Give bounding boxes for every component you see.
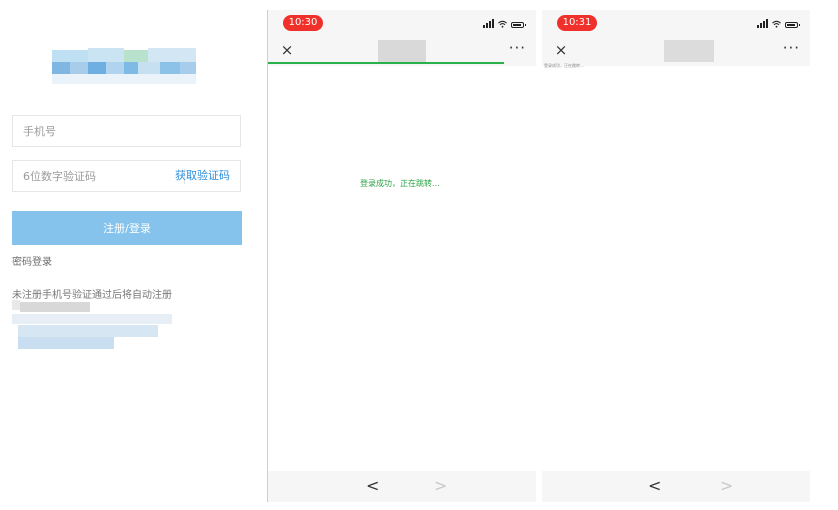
phone-field[interactable]: [12, 115, 241, 147]
close-icon[interactable]: ×: [278, 41, 296, 59]
code-input[interactable]: [13, 161, 173, 191]
status-bar: 10:31: [542, 10, 810, 36]
wifi-icon: [498, 20, 507, 28]
register-login-button[interactable]: 注册/登录: [12, 211, 242, 245]
status-time: 10:30: [283, 15, 323, 31]
redirect-status-message-small: 登录成功，正在跳转...: [544, 63, 584, 68]
phone-screen-redirected: 10:31 × ··· 登录成功，正在跳转... < >: [542, 10, 810, 502]
code-field[interactable]: 获取验证码: [12, 160, 241, 192]
page-load-progress: [268, 62, 504, 64]
chevron-right-icon[interactable]: >: [434, 476, 447, 495]
auto-register-notice: 未注册手机号验证通过后将自动注册: [12, 290, 172, 301]
battery-icon: [785, 22, 800, 28]
blurred-page-title: [378, 40, 426, 62]
get-code-button[interactable]: 获取验证码: [175, 161, 230, 191]
status-icons: [483, 18, 526, 28]
battery-icon: [511, 22, 526, 28]
browser-bottom-bar: < >: [268, 471, 536, 502]
chevron-left-icon[interactable]: <: [366, 476, 379, 495]
web-nav-bar: × ···: [542, 36, 810, 66]
blurred-page-title: [664, 40, 714, 62]
signal-icon: [757, 19, 768, 28]
phone-input[interactable]: [13, 116, 173, 146]
status-time: 10:31: [557, 15, 597, 31]
browser-bottom-bar: < >: [542, 471, 810, 502]
signal-icon: [483, 19, 494, 28]
status-bar: 10:30: [268, 10, 536, 36]
chevron-left-icon[interactable]: <: [648, 476, 661, 495]
login-panel: 获取验证码 注册/登录 密码登录 未注册手机号验证通过后将自动注册: [0, 0, 266, 510]
more-icon[interactable]: ···: [509, 39, 526, 57]
phone-screen-redirecting: 10:30 × ··· 登录成功，正在跳转... < >: [267, 10, 536, 502]
chevron-right-icon[interactable]: >: [720, 476, 733, 495]
wifi-icon: [772, 20, 781, 28]
close-icon[interactable]: ×: [552, 41, 570, 59]
password-login-link[interactable]: 密码登录: [12, 253, 52, 268]
status-icons: [757, 18, 800, 28]
redirect-status-message: 登录成功，正在跳转...: [360, 179, 440, 188]
more-icon[interactable]: ···: [783, 39, 800, 57]
